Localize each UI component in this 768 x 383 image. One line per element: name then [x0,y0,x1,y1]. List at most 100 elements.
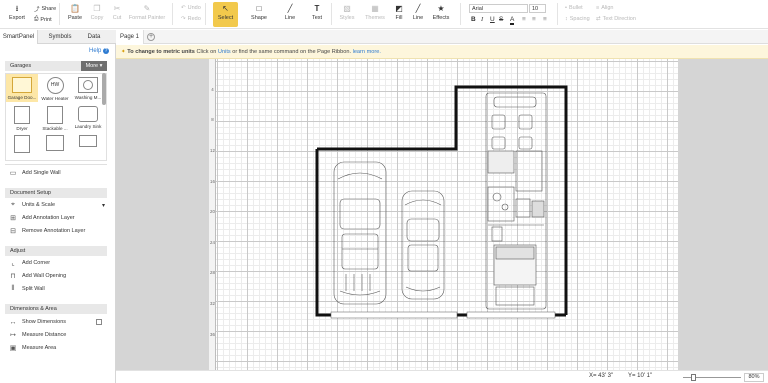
align-button[interactable]: ≡ Align [596,5,613,11]
align-left-button[interactable]: ≡ [522,16,526,23]
car-suv [333,161,387,305]
themes-button[interactable]: ▦ Themes [365,2,385,27]
cut-button[interactable]: ✂ Cut [109,2,125,27]
shape-library-grid: Garage Doo... HW Water Heater Washing M.… [5,73,107,161]
font-size-select[interactable]: 10 [529,4,546,13]
chevron-down-icon: ▾ [101,202,105,209]
shape-item-9[interactable] [72,132,104,160]
library-scrollbar[interactable] [102,73,106,105]
x-coordinate: X= 43' 3" [589,373,614,379]
strikethrough-button[interactable]: S [499,16,503,23]
garage-door-icon [12,77,32,93]
shape-item-7[interactable] [6,132,38,160]
floor-plan[interactable] [216,59,678,370]
shape-item-8[interactable] [39,132,71,160]
dimension-icon: ↔ [9,318,17,326]
align-icon: ≡ [596,5,600,11]
add-corner-button[interactable]: ⌞ Add Corner [9,258,50,268]
dryer-icon [14,106,30,124]
shape-water-heater[interactable]: HW Water Heater [39,74,71,102]
show-dimensions-toggle[interactable]: ↔ Show Dimensions [9,317,105,327]
italic-button[interactable]: I [481,16,483,23]
text-direction-icon: ⇄ [596,16,601,22]
more-libraries-button[interactable]: More ▾ [81,61,107,71]
ruler-icon: ⌖ [11,201,15,208]
shape-stackable[interactable]: Stackable ... [39,103,71,131]
select-tool-button[interactable]: ↖ Select [213,2,238,27]
add-annotation-layer-button[interactable]: ⊞ Add Annotation Layer [9,213,75,223]
show-dimensions-checkbox[interactable] [96,319,102,325]
effects-button[interactable]: ★ Effects [431,2,451,27]
spacing-icon: ↕ [565,16,568,22]
redo-icon: ↷ [181,16,186,22]
undo-button[interactable]: ↶ Undo [181,5,201,11]
car-sedan [401,190,445,300]
tab-symbols[interactable]: Symbols [44,30,76,44]
appliance-icon [14,135,30,153]
font-color-button[interactable]: A [510,16,515,25]
fill-button[interactable]: ◩ Fill [393,2,405,27]
zoom-level[interactable]: 80% [744,373,764,382]
share-button[interactable]: ⤴ Share [34,5,56,13]
tab-data[interactable]: Data [80,30,108,44]
help-link[interactable]: Help ? [89,48,109,54]
add-page-button[interactable]: + [147,33,155,41]
area-icon: ▣ [9,345,17,352]
divider [460,3,461,25]
download-icon: ⭳ [15,3,19,13]
wall-opening-icon: ⊓ [10,273,16,280]
units-scale-dropdown[interactable]: ⌖ Units & Scale ▾ [9,200,105,210]
laundry-sink-icon [78,106,98,122]
drawing-page[interactable] [216,59,678,370]
styles-button[interactable]: ▧ Styles [339,2,355,27]
shape-garage-door[interactable]: Garage Doo... [6,74,38,102]
align-right-button[interactable]: ≡ [543,16,547,23]
line-style-button[interactable]: ╱ Line [411,2,425,27]
divider [5,164,107,165]
text-tool-button[interactable]: T Text [309,2,325,27]
brush-icon: ✎ [143,3,151,13]
redo-button[interactable]: ↷ Redo [181,16,201,22]
exterior-wall-bottom [315,149,566,317]
cursor-icon: ↖ [222,3,229,13]
zoom-slider-handle[interactable] [691,374,696,381]
shape-dryer[interactable]: Dryer [6,103,38,131]
page-tab-bar: Page 1 + [116,30,768,44]
bullet-button[interactable]: • Bullet [565,5,583,11]
units-link[interactable]: Units [218,49,231,55]
text-direction-button[interactable]: ⇄ Text Direction [596,16,636,22]
font-family-select[interactable]: Arial [469,4,528,13]
document-setup-header: Document Setup [5,188,107,198]
star-icon: ★ [437,3,445,13]
tab-smartpanel[interactable]: SmartPanel [0,30,38,44]
measure-distance-button[interactable]: ↦ Measure Distance [9,330,66,340]
split-icon: ⫴ [11,285,15,292]
shape-laundry-sink[interactable]: Laundry Sink [72,103,104,131]
spacing-button[interactable]: ↕ Spacing [565,16,590,22]
align-center-button[interactable]: ≡ [532,16,536,23]
shape-tool-button[interactable]: □ Shape [249,2,269,27]
bold-button[interactable]: B [471,16,476,23]
print-button[interactable]: ⎙ Print [34,16,52,23]
garage-door-opening-2 [466,311,556,319]
ribbon-toolbar: ⭳ Export ⤴ Share ⎙ Print 📋 Paste ❐ Copy ✂ … [0,0,768,29]
copy-button[interactable]: ❐ Copy [88,2,106,27]
measure-area-button[interactable]: ▣ Measure Area [9,343,57,353]
split-wall-button[interactable]: ⫴ Split Wall [9,284,45,294]
learn-more-link[interactable]: learn more. [353,49,381,55]
page-tab-1[interactable]: Page 1 [116,30,144,44]
format-painter-button[interactable]: ✎ Format Painter [128,2,166,27]
underline-button[interactable]: U [490,16,495,23]
export-button[interactable]: ⭳ Export [8,2,26,27]
line-tool-button[interactable]: ╱ Line [282,2,298,27]
divider [557,3,558,25]
shape-washing-machine[interactable]: Washing M... [72,74,104,102]
lightbulb-icon: ✦ [121,49,126,55]
add-single-wall-button[interactable]: ▭ Add Single Wall [9,168,61,178]
corner-icon: ⌞ [11,260,15,267]
add-wall-opening-button[interactable]: ⊓ Add Wall Opening [9,271,66,281]
cabinet-icon [46,135,64,151]
paste-button[interactable]: 📋 Paste [66,2,84,27]
remove-annotation-layer-button[interactable]: ⊟ Remove Annotation Layer [9,226,85,236]
bullet-icon: • [565,5,567,11]
